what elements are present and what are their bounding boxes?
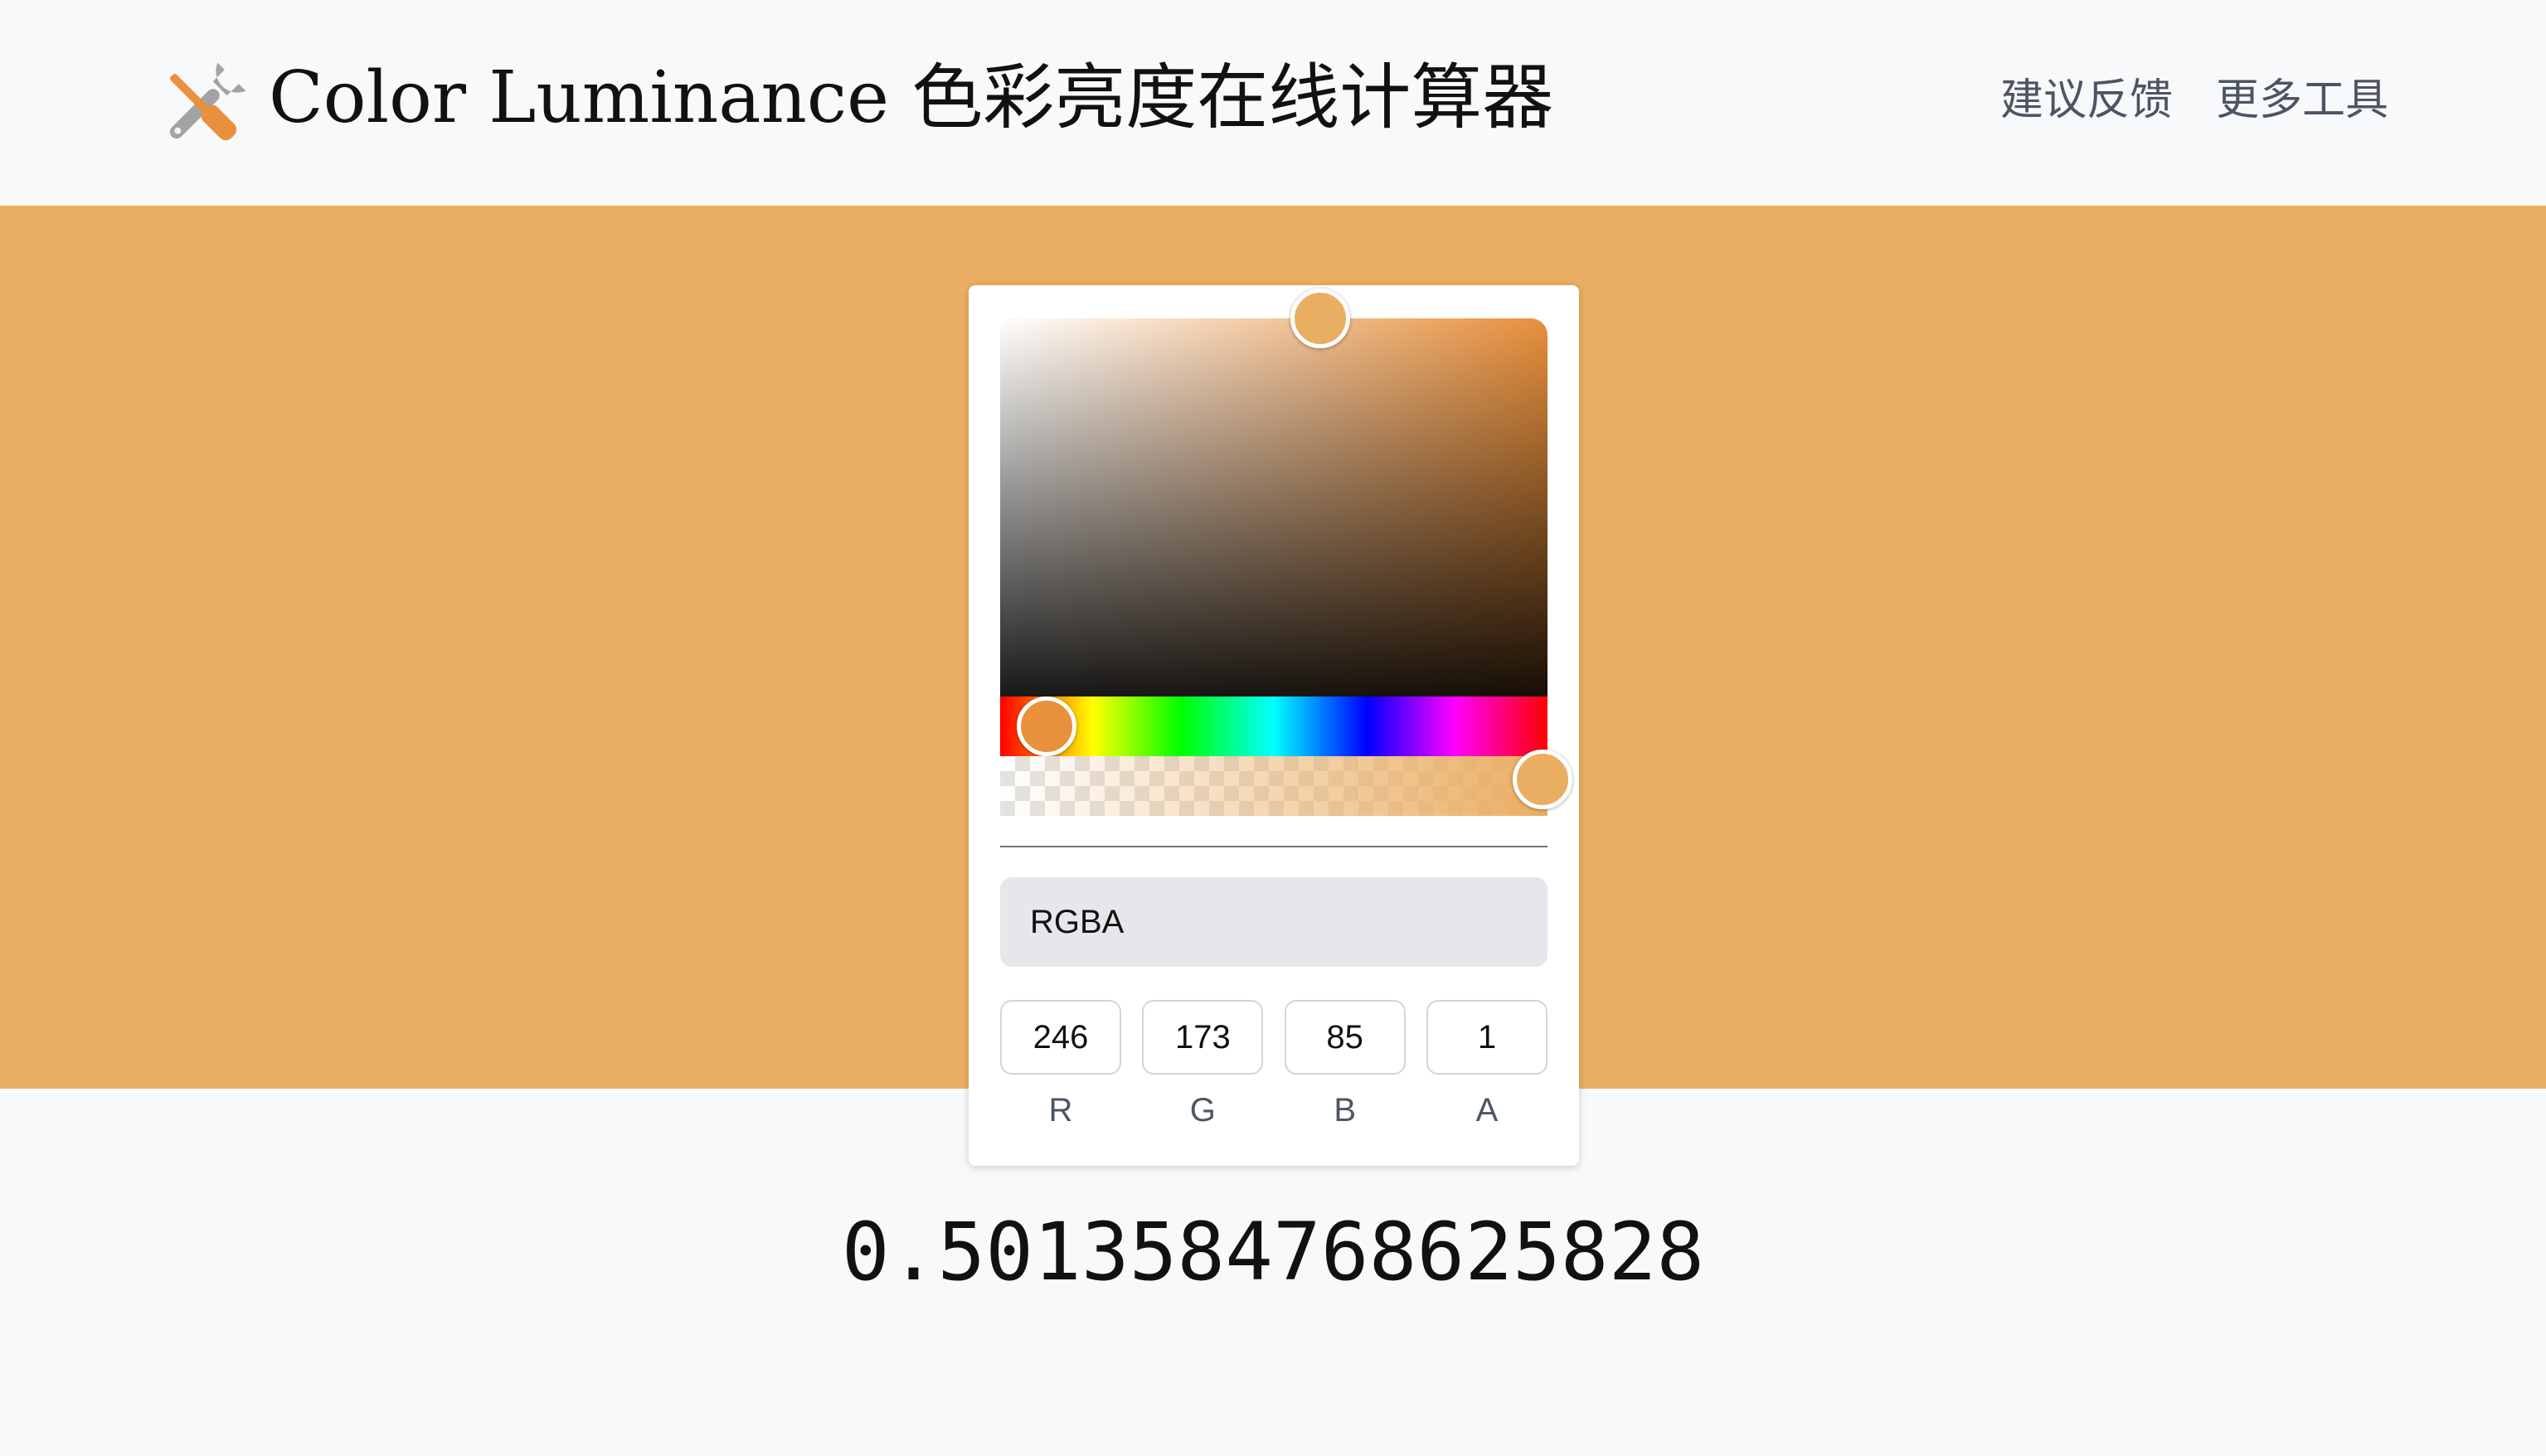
feedback-link[interactable]: 建议反馈 bbox=[2000, 71, 2173, 129]
red-input[interactable]: 246 bbox=[1000, 1000, 1121, 1075]
alpha-label: A bbox=[1475, 1092, 1499, 1128]
blue-input[interactable]: 85 bbox=[1284, 1000, 1406, 1075]
header: Color Luminance 色彩亮度在线计算器 建议反馈 更多工具 bbox=[0, 0, 2546, 206]
channel-a: 1 A bbox=[1426, 1000, 1548, 1131]
app-title: Color Luminance 色彩亮度在线计算器 bbox=[269, 56, 1554, 139]
green-label: G bbox=[1189, 1092, 1216, 1128]
color-picker: RGBA 246 R 173 G 85 B 1 A bbox=[969, 285, 1579, 1166]
luminance-result: 0.5013584768625828 bbox=[841, 1206, 1705, 1298]
channel-b: 85 B bbox=[1284, 1000, 1406, 1131]
top-nav: 建议反馈 更多工具 bbox=[2000, 71, 2388, 129]
alpha-input[interactable]: 1 bbox=[1426, 1000, 1548, 1075]
alpha-slider[interactable] bbox=[1000, 756, 1548, 816]
hue-slider[interactable] bbox=[1000, 696, 1548, 756]
channel-g: 173 G bbox=[1142, 1000, 1264, 1131]
red-label: R bbox=[1048, 1092, 1073, 1128]
color-format-select[interactable]: RGBA bbox=[1000, 877, 1548, 967]
alpha-gradient bbox=[1000, 756, 1548, 816]
rgba-inputs: 246 R 173 G 85 B 1 A bbox=[1000, 1000, 1548, 1131]
channel-r: 246 R bbox=[1000, 1000, 1121, 1131]
more-tools-link[interactable]: 更多工具 bbox=[2216, 71, 2388, 129]
divider bbox=[1000, 846, 1548, 847]
saturation-handle[interactable] bbox=[1290, 289, 1350, 348]
saturation-value-area[interactable] bbox=[1000, 318, 1548, 736]
blue-label: B bbox=[1334, 1092, 1356, 1128]
tools-icon bbox=[169, 62, 246, 141]
hue-slider-handle[interactable] bbox=[1017, 696, 1076, 756]
black-gradient-layer bbox=[1000, 318, 1548, 736]
green-input[interactable]: 173 bbox=[1142, 1000, 1264, 1075]
alpha-slider-handle[interactable] bbox=[1513, 750, 1572, 809]
